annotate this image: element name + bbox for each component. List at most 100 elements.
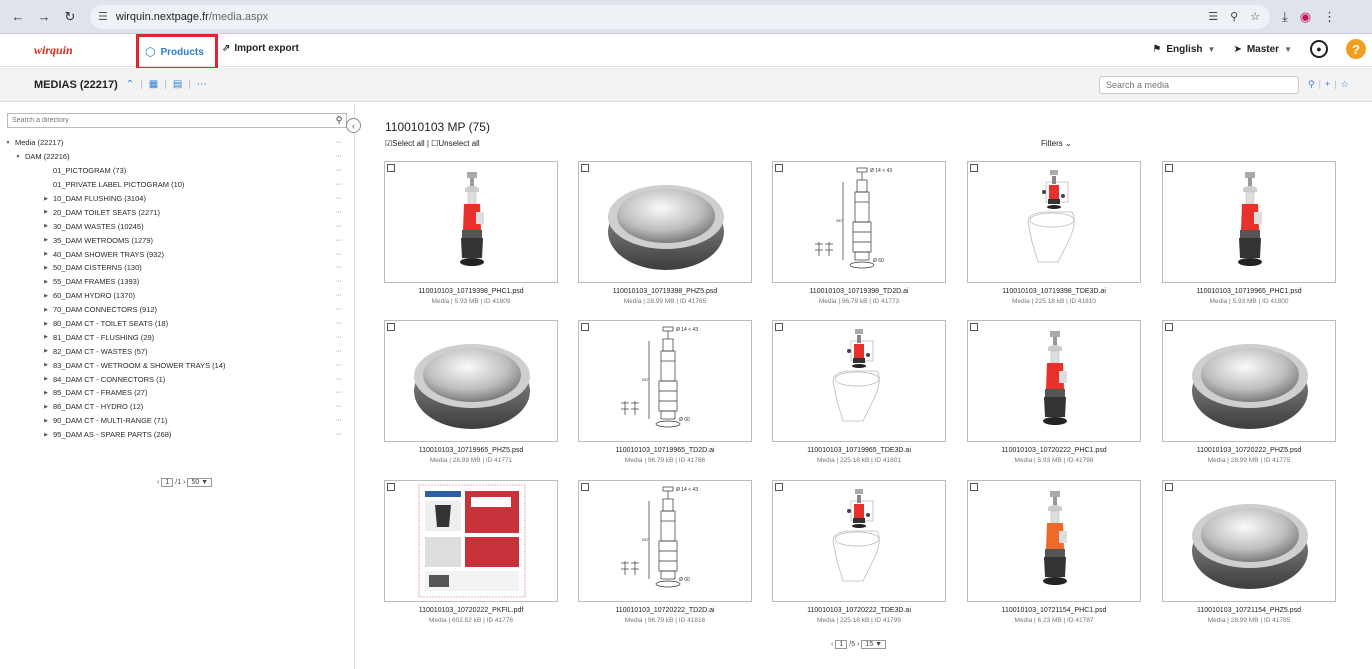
more-options-icon[interactable]: ···: [335, 209, 342, 216]
tree-item[interactable]: ▶ 90_DAM CT - MULTI-RANGE (71) ···: [0, 414, 350, 428]
tree-item[interactable]: ▶ 86_DAM CT - HYDRO (12) ···: [0, 400, 350, 414]
more-options-icon[interactable]: ···: [335, 264, 342, 271]
chevron-up-icon[interactable]: ⌃: [126, 79, 134, 90]
browser-menu-icon[interactable]: ⋮: [1323, 9, 1336, 25]
media-thumbnail[interactable]: [967, 161, 1141, 283]
per-page-select[interactable]: 15 ▼: [861, 640, 887, 649]
profile-icon[interactable]: ◉: [1300, 9, 1311, 25]
media-select-checkbox[interactable]: [581, 483, 589, 491]
media-thumbnail[interactable]: [384, 480, 558, 602]
caret-right-icon[interactable]: ▶: [42, 321, 50, 327]
media-thumbnail[interactable]: [1162, 161, 1336, 283]
address-bar[interactable]: ☰ wirquin.nextpage.fr/media.aspx ☰ ⚲ ☆: [90, 4, 1270, 29]
media-card[interactable]: 110010103_10720222_PHC1.psd Media | 5.93 …: [967, 320, 1141, 478]
caret-right-icon[interactable]: ▶: [42, 223, 50, 229]
more-options-icon[interactable]: ···: [335, 403, 342, 410]
caret-right-icon[interactable]: ▶: [42, 196, 50, 202]
media-file-name[interactable]: 110010103_10721154_PHZ5.psd: [1162, 607, 1336, 614]
media-file-name[interactable]: 110010103_10720222_PHZ5.psd: [1162, 447, 1336, 454]
nav-products[interactable]: ⬡ Products: [136, 34, 218, 70]
collapse-sidebar-icon[interactable]: ‹: [346, 118, 361, 133]
more-options-icon[interactable]: ···: [335, 417, 342, 424]
favorite-star-icon[interactable]: ☆: [1341, 79, 1349, 90]
more-options-icon[interactable]: ···: [335, 376, 342, 383]
media-thumbnail[interactable]: Ø 14 < 43 287 Ø 60: [578, 480, 752, 602]
back-arrow-icon[interactable]: ←: [8, 7, 28, 27]
caret-right-icon[interactable]: ▶: [42, 265, 50, 271]
help-icon[interactable]: ?: [1346, 39, 1366, 59]
media-card[interactable]: 110010103_10721154_PHZ5.psd Media | 28.99…: [1162, 480, 1336, 638]
media-file-name[interactable]: 110010103_10719965_TD2D.ai: [578, 447, 752, 454]
media-card[interactable]: 110010103_10720222_PHZ5.psd Media | 28.99…: [1162, 320, 1336, 478]
next-page-icon[interactable]: ›: [183, 479, 185, 486]
media-select-checkbox[interactable]: [970, 483, 978, 491]
caret-right-icon[interactable]: ▶: [42, 432, 50, 438]
tree-item[interactable]: ▶ 95_DAM AS - SPARE PARTS (268) ···: [0, 428, 350, 442]
add-folder-icon[interactable]: ▦: [149, 79, 158, 90]
filters-toggle[interactable]: Filters ⌄: [1041, 139, 1072, 148]
media-select-checkbox[interactable]: [775, 483, 783, 491]
media-card[interactable]: Ø 14 < 43 287 Ø 60 110010103_10719398_TD2D.…: [772, 161, 946, 319]
site-settings-icon[interactable]: ☰: [98, 10, 108, 23]
media-thumbnail[interactable]: [384, 161, 558, 283]
search-icon[interactable]: ⚲: [1308, 79, 1315, 90]
search-media-input[interactable]: [1099, 76, 1299, 94]
caret-right-icon[interactable]: ▶: [42, 293, 50, 299]
media-select-checkbox[interactable]: [1165, 164, 1173, 172]
more-options-icon[interactable]: ···: [335, 320, 342, 327]
page-input[interactable]: 1: [835, 640, 848, 649]
media-card[interactable]: 110010103_10719965_PHC1.psd Media | 5.93 …: [1162, 161, 1336, 319]
media-thumbnail[interactable]: [967, 320, 1141, 442]
media-file-name[interactable]: 110010103_10719398_TD2D.ai: [772, 288, 946, 295]
media-file-name[interactable]: 110010103_10720222_TDE3D.ai: [772, 607, 946, 614]
more-options-icon[interactable]: ···: [335, 334, 342, 341]
more-options-icon[interactable]: ···: [335, 389, 342, 396]
more-options-icon[interactable]: ···: [335, 195, 342, 202]
media-file-name[interactable]: 110010103_10720222_TD2D.ai: [578, 607, 752, 614]
media-select-checkbox[interactable]: [1165, 483, 1173, 491]
prev-page-icon[interactable]: ‹: [831, 641, 833, 648]
unselect-all-link[interactable]: Unselect all: [438, 139, 479, 148]
tree-item[interactable]: ▼ DAM (22216) ···: [0, 150, 350, 164]
tree-item[interactable]: 01_PICTOGRAM (73) ···: [0, 164, 350, 178]
tree-item[interactable]: ▶ 70_DAM CONNECTORS (912) ···: [0, 303, 350, 317]
media-thumbnail[interactable]: [967, 480, 1141, 602]
tree-item[interactable]: ▼ Media (22217) ···: [0, 136, 350, 150]
more-options-icon[interactable]: ···: [335, 278, 342, 285]
more-options-icon[interactable]: ···: [335, 153, 342, 160]
bookmark-star-icon[interactable]: ☆: [1250, 10, 1260, 23]
media-card[interactable]: 110010103_10721154_PHC1.psd Media | 6.23 …: [967, 480, 1141, 638]
media-thumbnail[interactable]: [384, 320, 558, 442]
media-file-name[interactable]: 110010103_10720222_PKFIL.pdf: [384, 607, 558, 614]
caret-right-icon[interactable]: ▶: [42, 251, 50, 257]
media-file-name[interactable]: 110010103_10720222_PHC1.psd: [967, 447, 1141, 454]
media-card[interactable]: 110010103_10719965_PHZ5.psd Media | 28.99…: [384, 320, 558, 478]
more-options-icon[interactable]: ···: [335, 348, 342, 355]
tree-item[interactable]: ▶ 10_DAM FLUSHING (3104) ···: [0, 192, 350, 206]
tree-item[interactable]: ▶ 85_DAM CT - FRAMES (27) ···: [0, 386, 350, 400]
tree-item[interactable]: ▶ 40_DAM SHOWER TRAYS (932) ···: [0, 247, 350, 261]
media-thumbnail[interactable]: Ø 14 < 43 287 Ø 60: [578, 320, 752, 442]
per-page-select[interactable]: 50 ▼: [187, 478, 213, 487]
media-card[interactable]: Ø 14 < 43 287 Ø 60 110010103_10720222_TD2D.…: [578, 480, 752, 638]
caret-right-icon[interactable]: ▶: [42, 334, 50, 340]
page-input[interactable]: 1: [161, 478, 174, 487]
directory-search-input[interactable]: [7, 113, 347, 128]
caret-right-icon[interactable]: ▶: [42, 404, 50, 410]
tree-item[interactable]: ▶ 83_DAM CT - WETROOM & SHOWER TRAYS (14)…: [0, 358, 350, 372]
nav-import-export[interactable]: ⇗ Import export: [222, 43, 299, 54]
caret-right-icon[interactable]: ▶: [42, 348, 50, 354]
media-thumbnail[interactable]: [1162, 320, 1336, 442]
media-card[interactable]: 110010103_10719398_TDE3D.ai Media | 225.1…: [967, 161, 1141, 319]
wirquin-logo[interactable]: wirquin: [34, 43, 73, 58]
caret-right-icon[interactable]: ▶: [42, 376, 50, 382]
caret-down-icon[interactable]: ▼: [4, 140, 12, 146]
media-thumbnail[interactable]: [578, 161, 752, 283]
media-select-checkbox[interactable]: [581, 164, 589, 172]
reload-icon[interactable]: ↻: [60, 7, 80, 27]
more-options-icon[interactable]: ···: [335, 306, 342, 313]
caret-right-icon[interactable]: ▶: [42, 209, 50, 215]
add-icon[interactable]: +: [1325, 79, 1330, 90]
language-selector[interactable]: ⚑ English ▼: [1152, 44, 1215, 55]
media-card[interactable]: 110010103_10719398_PHC1.psd Media | 5.93 …: [384, 161, 558, 319]
